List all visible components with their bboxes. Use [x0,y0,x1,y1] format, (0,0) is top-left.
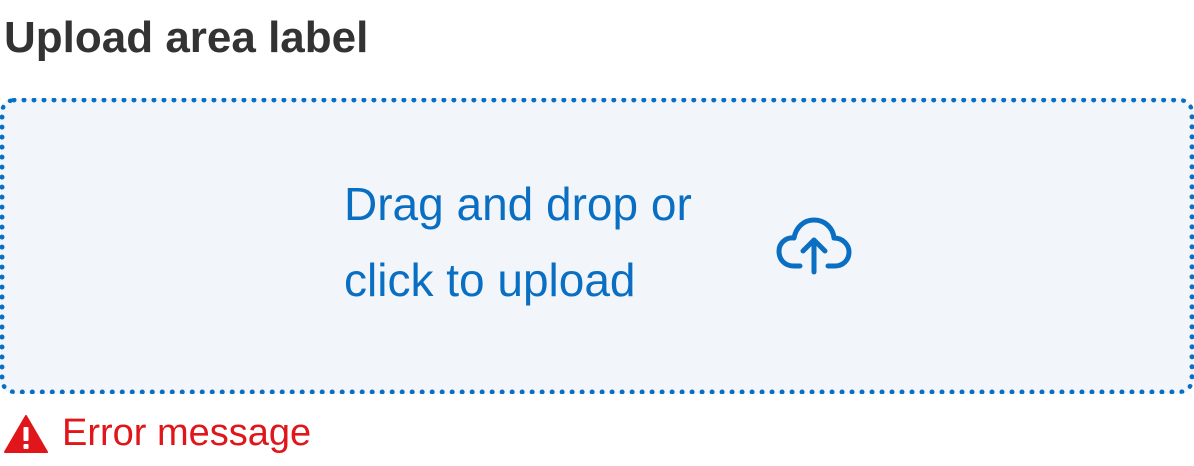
upload-instructions-line-1[interactable]: Drag and drop or [344,166,692,242]
upload-instructions[interactable]: Drag and drop or click to upload [344,166,692,318]
upload-instructions-line-2[interactable]: click to upload [344,242,692,318]
cloud-upload-icon[interactable] [776,214,852,278]
warning-triangle-icon [4,415,48,453]
upload-area-label: Upload area label [4,13,369,62]
error-message: Error message [62,412,312,454]
